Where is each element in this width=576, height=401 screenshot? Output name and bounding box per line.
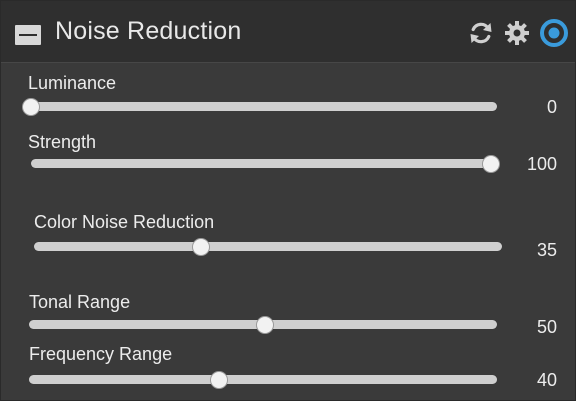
refresh-icon[interactable] [467, 19, 495, 47]
collapse-icon[interactable] [15, 25, 41, 45]
color-noise-reduction-value: 35 [536, 240, 557, 260]
tonal-range-slider[interactable] [29, 315, 497, 334]
panel-title: Noise Reduction [55, 17, 242, 45]
strength-slider[interactable] [31, 154, 500, 173]
panel-header: Noise Reduction [1, 1, 575, 63]
color-noise-reduction-slider[interactable] [34, 237, 502, 256]
strength-value: 100 [526, 154, 557, 174]
tonal-range-slider-handle[interactable] [255, 315, 274, 334]
tonal-range-value: 50 [536, 317, 557, 337]
color-noise-reduction-slider-handle[interactable] [191, 237, 210, 256]
luminance-value: 0 [546, 97, 557, 117]
frequency-range-slider-handle[interactable] [210, 370, 228, 389]
strength-label: Strength [28, 132, 97, 152]
power-toggle-icon[interactable] [539, 18, 568, 47]
tonal-range-label: Tonal Range [29, 292, 131, 312]
frequency-range-label: Frequency Range [29, 344, 173, 364]
gear-icon[interactable] [503, 19, 531, 47]
luminance-label: Luminance [28, 73, 117, 93]
frequency-range-value: 40 [536, 370, 557, 390]
luminance-slider[interactable] [22, 97, 497, 116]
luminance-slider-handle[interactable] [22, 97, 40, 116]
frequency-range-slider[interactable] [29, 370, 497, 389]
noise-reduction-panel: Noise Reduction Luminance 0 Strength 100… [0, 0, 576, 401]
color-noise-reduction-label: Color Noise Reduction [34, 212, 215, 232]
